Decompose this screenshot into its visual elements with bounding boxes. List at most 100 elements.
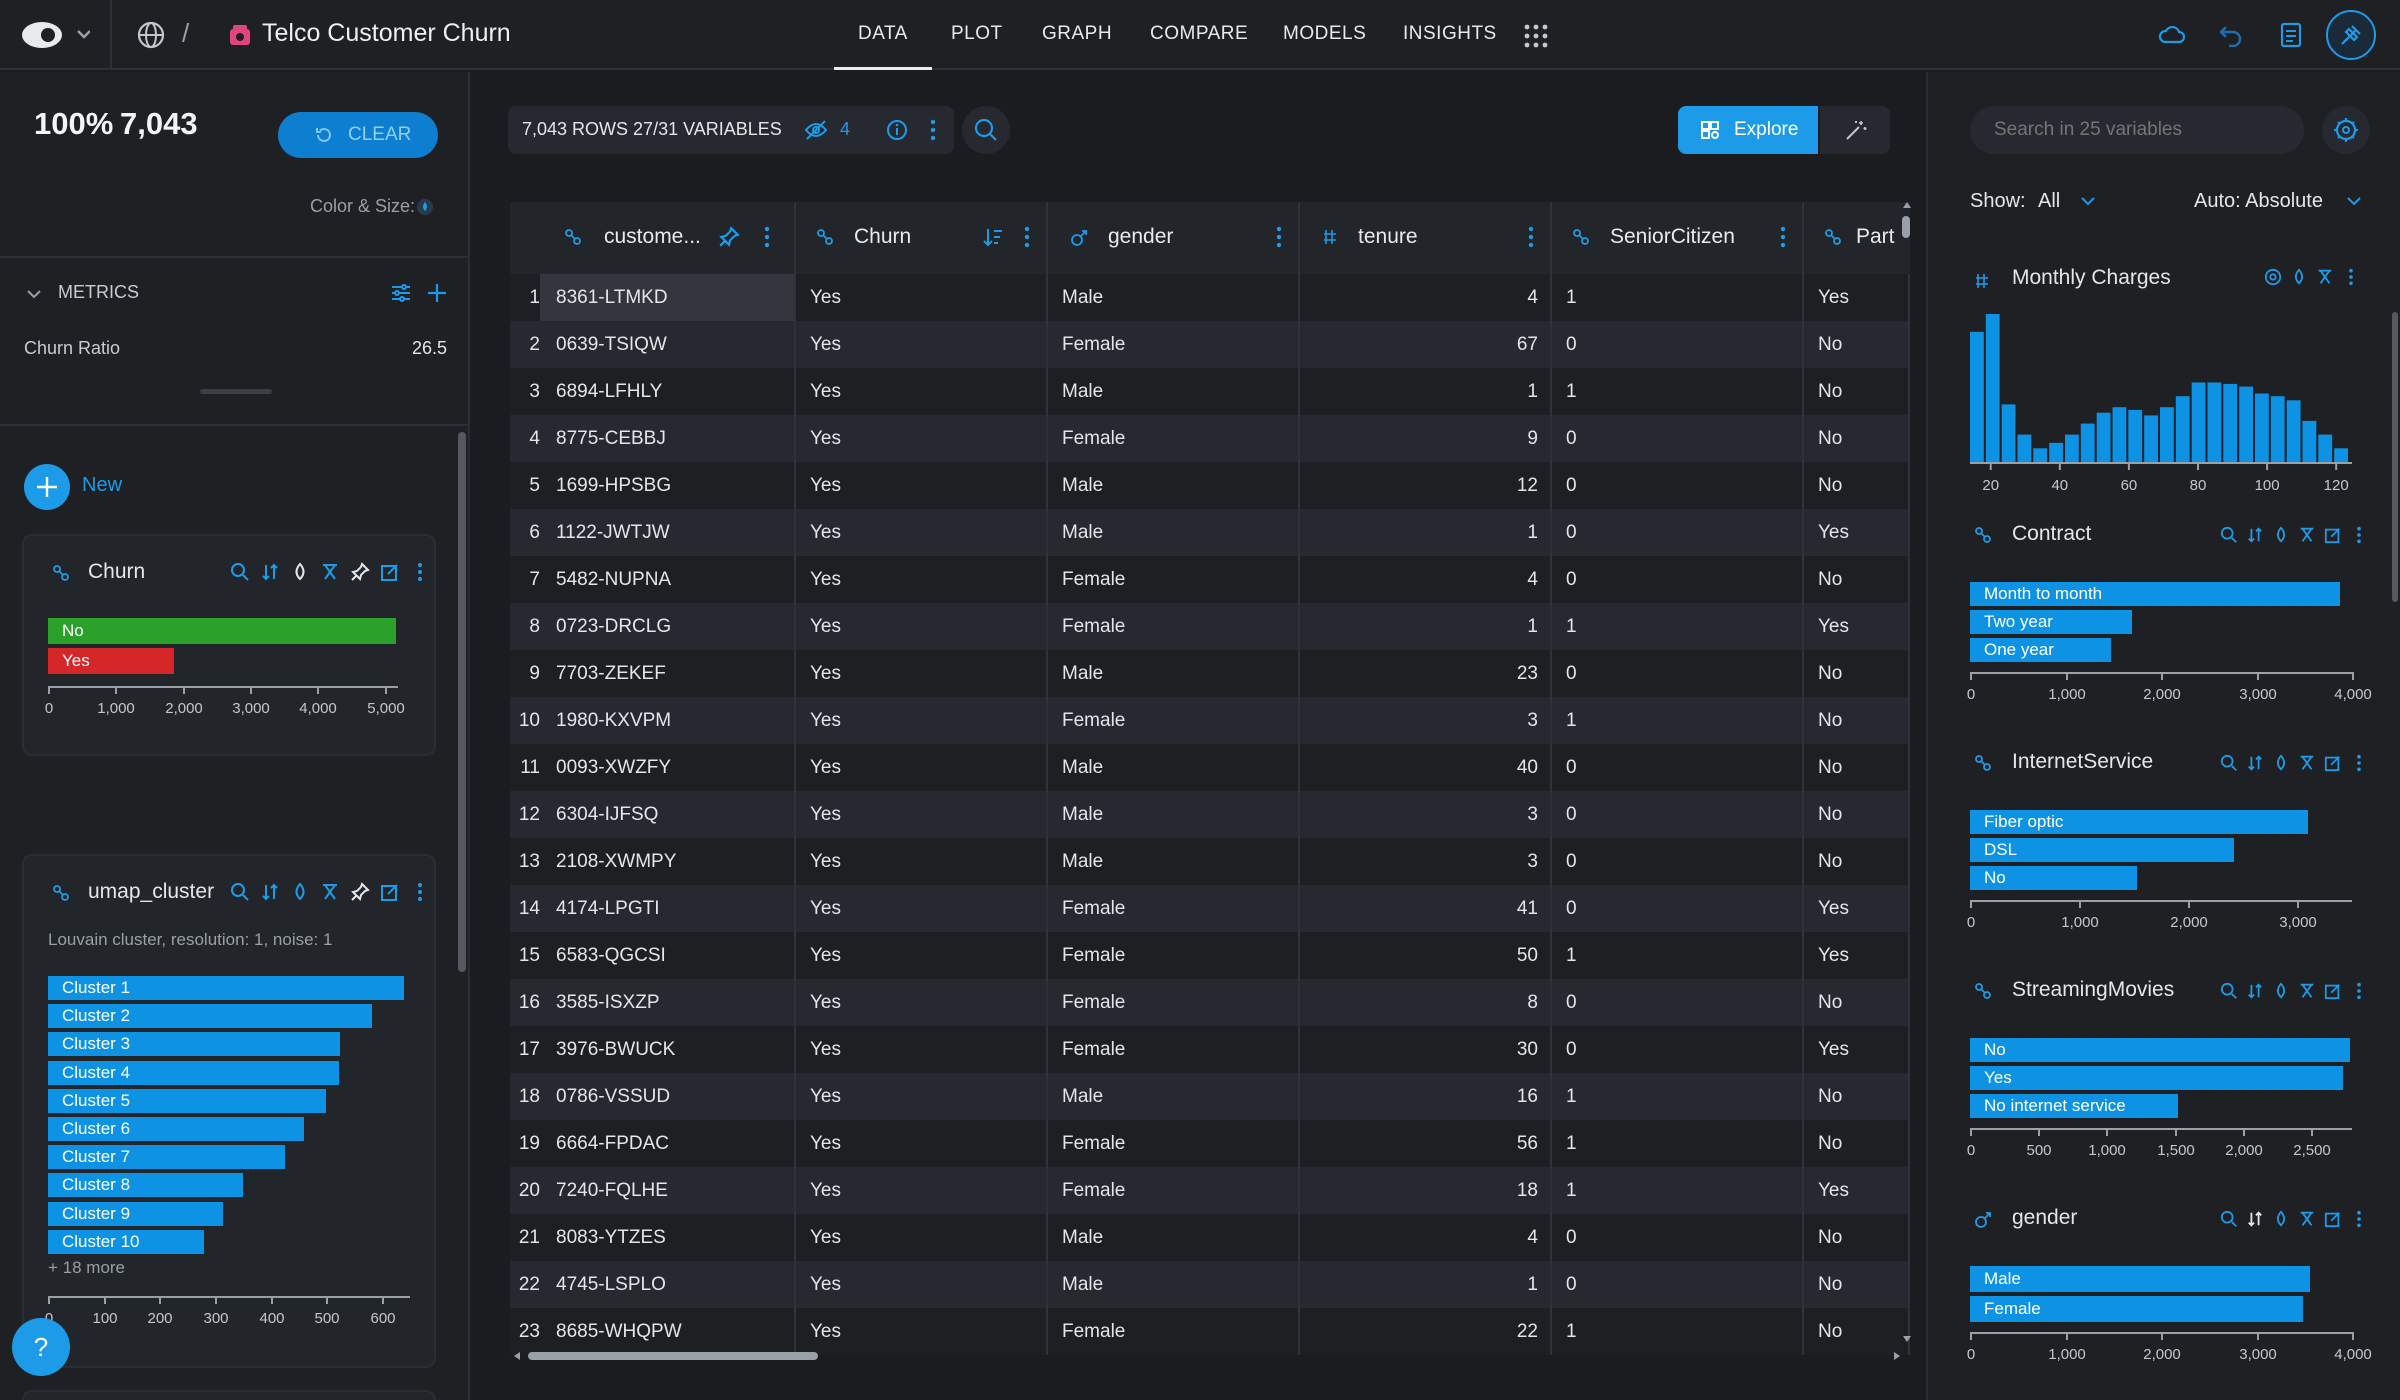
table-row[interactable]: 3 6894-LFHLY Yes Male 1 1 No <box>510 368 1910 415</box>
histogram-bar[interactable] <box>2017 434 2032 462</box>
gender-cell[interactable]: Female <box>1062 1026 1296 1073</box>
chevron-down-icon[interactable] <box>2346 194 2362 208</box>
gender-cell[interactable]: Male <box>1062 791 1296 838</box>
search-icon[interactable] <box>2220 754 2238 772</box>
gender-cell[interactable]: Male <box>1062 509 1296 556</box>
bar-cluster-6[interactable]: Cluster 6 <box>48 1117 304 1141</box>
partner-cell[interactable]: No <box>1818 791 1906 838</box>
churn-cell[interactable]: Yes <box>810 603 1044 650</box>
bar-female[interactable]: Female <box>1970 1296 2303 1322</box>
filter-icon[interactable] <box>2316 268 2334 286</box>
tenure-cell[interactable]: 1 <box>1300 368 1538 415</box>
senior-citizen-cell[interactable]: 1 <box>1566 1073 1800 1120</box>
gender-cell[interactable]: Female <box>1062 321 1296 368</box>
filter-icon[interactable] <box>2298 754 2316 772</box>
settings-button[interactable] <box>2322 106 2370 154</box>
churn-cell[interactable]: Yes <box>810 1026 1044 1073</box>
table-row[interactable]: 10 1980-KXVPM Yes Female 3 1 No <box>510 697 1910 744</box>
histogram-bar[interactable] <box>2080 423 2095 462</box>
more-vertical-icon[interactable] <box>410 882 430 902</box>
tenure-cell[interactable]: 50 <box>1300 932 1538 979</box>
gender-cell[interactable]: Female <box>1062 1120 1296 1167</box>
histogram-bar[interactable] <box>2255 393 2269 463</box>
more-vertical-icon[interactable] <box>2350 754 2368 772</box>
pin-icon[interactable] <box>350 562 370 582</box>
senior-citizen-cell[interactable]: 0 <box>1566 885 1800 932</box>
churn-cell[interactable]: Yes <box>810 838 1044 885</box>
search-icon[interactable] <box>2220 1210 2238 1228</box>
customer-id-cell[interactable]: 1122-JWTJW <box>556 509 792 556</box>
app-logo-icon[interactable] <box>20 18 90 52</box>
table-row[interactable]: 4 8775-CEBBJ Yes Female 9 0 No <box>510 415 1910 462</box>
churn-cell[interactable]: Yes <box>810 650 1044 697</box>
senior-citizen-cell[interactable]: 1 <box>1566 1120 1800 1167</box>
partner-cell[interactable]: Yes <box>1818 603 1906 650</box>
table-row[interactable]: 6 1122-JWTJW Yes Male 1 0 Yes <box>510 509 1910 556</box>
add-metric-icon[interactable] <box>426 282 448 304</box>
filter-icon[interactable] <box>320 562 340 582</box>
tab-data[interactable]: DATA <box>834 0 932 70</box>
histogram-bar[interactable] <box>2112 407 2127 462</box>
filter-icon[interactable] <box>2298 1210 2316 1228</box>
table-row[interactable]: 23 8685-WHQPW Yes Female 22 1 No <box>510 1308 1910 1355</box>
more-vertical-icon[interactable] <box>762 226 772 248</box>
column-header-partner[interactable]: Part <box>1804 202 1910 274</box>
tenure-cell[interactable]: 56 <box>1300 1120 1538 1167</box>
tab-models[interactable]: MODELS <box>1283 0 1366 70</box>
notes-icon[interactable] <box>2278 21 2304 49</box>
undo-icon[interactable] <box>2218 21 2244 47</box>
table-search-button[interactable] <box>962 106 1010 154</box>
more-vertical-icon[interactable] <box>1022 226 1032 248</box>
senior-citizen-cell[interactable]: 0 <box>1566 650 1800 697</box>
resize-handle[interactable] <box>200 389 272 394</box>
partner-cell[interactable]: No <box>1818 1073 1906 1120</box>
auto-scale-label[interactable]: Auto: Absolute <box>2194 190 2323 213</box>
table-row[interactable]: 11 0093-XWZFY Yes Male 40 0 No <box>510 744 1910 791</box>
gender-cell[interactable]: Male <box>1062 744 1296 791</box>
table-row[interactable]: 14 4174-LPGTI Yes Female 41 0 Yes <box>510 885 1910 932</box>
tenure-cell[interactable]: 12 <box>1300 462 1538 509</box>
tenure-cell[interactable]: 1 <box>1300 509 1538 556</box>
bar-cluster-3[interactable]: Cluster 3 <box>48 1032 340 1057</box>
drop-icon[interactable] <box>2272 526 2290 544</box>
drop-icon[interactable] <box>290 882 310 902</box>
more-vertical-icon[interactable] <box>2350 982 2368 1000</box>
sliders-icon[interactable] <box>390 282 412 304</box>
new-button[interactable] <box>24 464 70 510</box>
table-row[interactable]: 15 6583-QGCSI Yes Female 50 1 Yes <box>510 932 1910 979</box>
more-vertical-icon[interactable] <box>928 119 938 141</box>
table-row[interactable]: 2 0639-TSIQW Yes Female 67 0 No <box>510 321 1910 368</box>
bar-cluster-1[interactable]: Cluster 1 <box>48 976 404 1000</box>
gender-cell[interactable]: Male <box>1062 1073 1296 1120</box>
gender-cell[interactable]: Female <box>1062 932 1296 979</box>
senior-citizen-cell[interactable]: 1 <box>1566 1167 1800 1214</box>
churn-cell[interactable]: Yes <box>810 556 1044 603</box>
partner-cell[interactable]: No <box>1818 1120 1906 1167</box>
histogram-bar[interactable] <box>2128 409 2143 462</box>
customer-id-cell[interactable]: 5482-NUPNA <box>556 556 792 603</box>
customer-id-cell[interactable]: 6664-FPDAC <box>556 1120 792 1167</box>
histogram-bar[interactable] <box>2191 382 2206 463</box>
partner-cell[interactable]: Yes <box>1818 885 1906 932</box>
churn-cell[interactable]: Yes <box>810 697 1044 744</box>
tenure-cell[interactable]: 67 <box>1300 321 1538 368</box>
tenure-cell[interactable]: 1 <box>1300 603 1538 650</box>
customer-id-cell[interactable]: 8775-CEBBJ <box>556 415 792 462</box>
cloud-icon[interactable] <box>2158 22 2186 46</box>
partner-cell[interactable]: No <box>1818 556 1906 603</box>
partner-cell[interactable]: No <box>1818 979 1906 1026</box>
tenure-cell[interactable]: 4 <box>1300 1214 1538 1261</box>
histogram-bar[interactable] <box>2096 412 2111 462</box>
sort-icon[interactable] <box>2246 1210 2264 1228</box>
drop-icon[interactable] <box>416 198 434 216</box>
chevron-down-icon[interactable] <box>2080 194 2096 208</box>
bar-cluster-5[interactable]: Cluster 5 <box>48 1088 326 1113</box>
column-header-tenure[interactable]: tenure <box>1300 202 1552 274</box>
bar-cluster-9[interactable]: Cluster 9 <box>48 1201 223 1226</box>
apps-grid-icon[interactable] <box>1524 24 1548 48</box>
histogram-bar[interactable] <box>2001 404 2016 462</box>
table-row[interactable]: 5 1699-HPSBG Yes Male 12 0 No <box>510 462 1910 509</box>
gender-cell[interactable]: Female <box>1062 697 1296 744</box>
histogram-bar[interactable] <box>1970 331 1984 462</box>
more-vertical-icon[interactable] <box>2350 526 2368 544</box>
